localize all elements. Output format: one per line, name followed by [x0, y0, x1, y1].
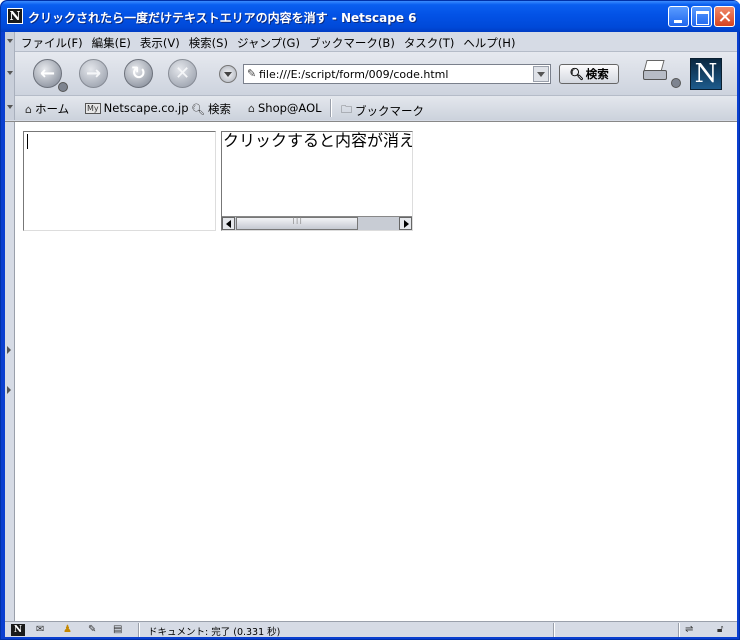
scroll-right-arrow-icon[interactable] — [399, 217, 412, 230]
reload-button[interactable]: ↻ — [124, 59, 153, 88]
menu-bookmarks[interactable]: ブックマーク(B) — [309, 35, 395, 51]
composer-icon[interactable]: ✎ — [88, 624, 96, 636]
folder-icon: 🗀 — [341, 103, 352, 116]
horizontal-scrollbar[interactable] — [222, 215, 412, 230]
forward-button[interactable]: → — [79, 59, 108, 88]
textarea-empty[interactable] — [23, 131, 216, 231]
personal-search-button[interactable]: 🔍︎ 検索 — [191, 101, 231, 117]
netscape-link[interactable]: My Netscape.co.jp — [85, 101, 189, 115]
status-text: ドキュメント: 完了 (0.331 秒) — [148, 627, 281, 638]
connection-icon[interactable]: ⇌ — [685, 624, 693, 636]
navbar-grip[interactable] — [5, 52, 15, 96]
stop-icon: ✕ — [174, 63, 191, 84]
security-lock-icon[interactable]: 🔓︎ — [717, 624, 723, 636]
menu-search[interactable]: 検索(S) — [189, 35, 228, 51]
menu-file[interactable]: ファイル(F) — [21, 35, 83, 51]
home-label: ホーム — [34, 102, 70, 116]
menu-bar: ファイル(F) 編集(E) 表示(V) 検索(S) ジャンプ(G) ブックマーク… — [5, 32, 737, 52]
sidebar-grip[interactable] — [5, 122, 15, 622]
menubar-grip[interactable] — [5, 32, 15, 52]
window-title: クリックされたら一度だけテキストエリアの内容を消す - Netscape 6 — [28, 11, 417, 25]
status-divider — [553, 623, 555, 637]
printer-icon — [643, 70, 667, 80]
maximize-button[interactable] — [691, 6, 712, 27]
home-icon: ⌂ — [25, 102, 32, 116]
print-button[interactable] — [641, 58, 671, 84]
magnifier-icon: 🔍︎ — [569, 67, 584, 81]
back-history-dropdown[interactable] — [58, 82, 68, 92]
personalbar-grip[interactable] — [5, 96, 15, 120]
browser-window: N クリックされたら一度だけテキストエリアの内容を消す - Netscape 6… — [0, 0, 740, 640]
toolbar-separator — [330, 99, 332, 117]
back-arrow-icon: ← — [39, 63, 56, 84]
url-dropdown-button[interactable] — [533, 66, 549, 82]
my-netscape-icon: My — [85, 102, 101, 114]
print-dropdown[interactable] — [671, 78, 681, 88]
url-bar[interactable]: ✎ — [243, 64, 551, 84]
home-button[interactable]: ⌂ ホーム — [25, 101, 69, 117]
bookmarks-label: ブックマーク — [355, 103, 424, 118]
page-content: クリックすると内容が消え — [5, 121, 737, 622]
search-button-label: 検索 — [585, 67, 609, 81]
close-button[interactable] — [714, 6, 735, 27]
netscape-link-label: Netscape.co.jp — [103, 101, 189, 115]
menu-help[interactable]: ヘルプ(H) — [463, 35, 515, 51]
text-caret — [27, 134, 28, 149]
forward-arrow-icon: → — [85, 63, 102, 84]
status-bar: N ✉ ♟ ✎ ▤ ドキュメント: 完了 (0.331 秒) ⇌ 🔓︎ — [5, 621, 737, 638]
netscape-app-icon[interactable]: N — [7, 8, 23, 24]
shop-aol-label: Shop@AOL — [257, 101, 322, 115]
stop-button[interactable]: ✕ — [168, 59, 197, 88]
instant-messenger-icon[interactable]: ♟ — [63, 624, 72, 636]
menu-edit[interactable]: 編集(E) — [92, 35, 131, 51]
reload-icon: ↻ — [130, 63, 147, 84]
url-input[interactable] — [259, 67, 529, 82]
shop-icon: ⌂ — [248, 101, 255, 115]
scroll-left-arrow-icon[interactable] — [222, 217, 235, 230]
textarea-message[interactable]: クリックすると内容が消え — [221, 131, 413, 231]
shop-aol-link[interactable]: ⌂ Shop@AOL — [248, 101, 322, 115]
netscape-logo[interactable]: N — [690, 58, 722, 90]
menu-items: ファイル(F) 編集(E) 表示(V) 検索(S) ジャンプ(G) ブックマーク… — [21, 35, 524, 51]
menu-go[interactable]: ジャンプ(G) — [237, 35, 300, 51]
address-book-icon[interactable]: ▤ — [113, 624, 122, 636]
browser-chrome: ファイル(F) 編集(E) 表示(V) 検索(S) ジャンプ(G) ブックマーク… — [5, 32, 737, 121]
status-divider — [678, 623, 680, 637]
menu-tasks[interactable]: タスク(T) — [404, 35, 455, 51]
minimize-button[interactable] — [668, 6, 689, 27]
mail-icon[interactable]: ✉ — [36, 624, 44, 636]
search-button[interactable]: 🔍︎ 検索 — [559, 64, 619, 84]
netscape-component-icon[interactable]: N — [11, 624, 25, 636]
personal-toolbar: ⌂ ホーム My Netscape.co.jp 🔍︎ 検索 ⌂ Shop@AOL… — [5, 96, 737, 120]
search-icon: 🔍︎ — [191, 102, 205, 116]
menu-view[interactable]: 表示(V) — [140, 35, 180, 51]
bookmarks-button[interactable]: 🗀 ブックマーク — [341, 101, 424, 120]
textarea-message-text: クリックすると内容が消え — [223, 131, 413, 150]
personal-search-label: 検索 — [207, 102, 231, 116]
scrollbar-thumb[interactable] — [236, 215, 358, 230]
title-bar[interactable]: N クリックされたら一度だけテキストエリアの内容を消す - Netscape 6 — [1, 1, 740, 32]
url-history-button[interactable] — [219, 65, 237, 83]
page-icon: ✎ — [247, 67, 257, 80]
status-divider — [138, 623, 140, 637]
navigation-toolbar: ← → ↻ ✕ ✎ 🔍︎ 検索 — [5, 52, 737, 96]
